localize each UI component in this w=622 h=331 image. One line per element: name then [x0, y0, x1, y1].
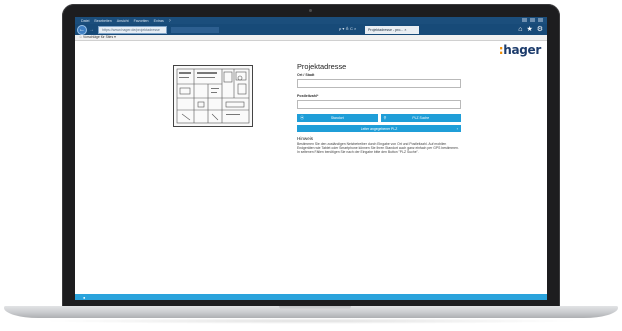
location-button-label: Standort [330, 116, 344, 120]
url-suggestion [171, 26, 219, 33]
button-row: ⦿ Standort ⚲ PLZ Suche [297, 114, 461, 122]
city-input[interactable] [297, 79, 461, 88]
menu-item-edit[interactable]: Bearbeiten [94, 19, 111, 23]
page-footer: ● [75, 294, 547, 300]
address-tools[interactable]: ρ ▾ ≙ C × [339, 26, 356, 31]
postcode-label: Postleitzahl* [297, 94, 319, 98]
footer-icon[interactable]: ● [83, 295, 85, 300]
browser-icons: ⌂ ★ ⚙ [518, 25, 543, 34]
home-icon[interactable]: ⌂ [518, 25, 522, 34]
forward-icon[interactable]: → [89, 27, 94, 33]
url-input[interactable]: https://www.hager.de/projektadresse [98, 25, 167, 34]
tab-close-icon[interactable]: × [404, 28, 406, 32]
city-label: Ort / Stadt [297, 73, 315, 77]
location-button[interactable]: ⦿ Standort [297, 114, 378, 122]
laptop-notch [279, 306, 351, 310]
back-icon[interactable]: ← [77, 24, 87, 35]
postcode-input[interactable] [297, 100, 461, 109]
window-controls [522, 18, 543, 22]
form-gap [297, 88, 461, 92]
menu-item-view[interactable]: Ansicht [117, 19, 129, 23]
favorites-bar[interactable]: ☆ Vorschläge für Sites ▾ [75, 35, 547, 41]
menu-item-extras[interactable]: Extras [154, 19, 164, 23]
plz-search-button[interactable]: ⚲ PLZ Suche [380, 114, 461, 122]
menu-item-help[interactable]: ? [169, 19, 171, 23]
minimize-icon[interactable] [522, 18, 527, 22]
project-address-form: Projektadresse Ort / Stadt Postleitzahl*… [297, 62, 461, 155]
address-bar: ← → https://www.hager.de/projektadresse … [75, 24, 547, 35]
laptop-shadow [40, 318, 582, 324]
logo-text: hager [503, 43, 541, 57]
laptop-base [4, 306, 618, 318]
hint-text: Bestimmen Sie den zuständigen Netzbetrei… [297, 142, 459, 155]
tab-title: Projektadresse - pro... [368, 28, 404, 32]
menu-item-file[interactable]: Datei [81, 19, 89, 23]
floor-plan-image [173, 65, 253, 127]
tab-projektadresse[interactable]: Projektadresse - pro... × [365, 26, 419, 34]
maximize-icon[interactable] [530, 18, 535, 22]
hager-logo[interactable]: :hager [499, 43, 542, 57]
location-pin-icon: ⦿ [300, 115, 305, 120]
page-title: Projektadresse [297, 62, 347, 71]
hint-title: Hinweis [297, 136, 314, 141]
submit-plz-button-label: Leiter angegebener PLZ [360, 126, 398, 131]
plz-search-button-label: PLZ Suche [412, 116, 430, 120]
search-icon: ⚲ [383, 115, 387, 120]
close-icon[interactable] [538, 18, 543, 22]
favorites-star-icon[interactable]: ★ [526, 25, 532, 34]
settings-gear-icon[interactable]: ⚙ [537, 25, 543, 34]
menu-bar: Datei Bearbeiten Ansicht Favoriten Extra… [75, 17, 547, 24]
menu-item-favorites[interactable]: Favoriten [134, 19, 149, 23]
floor-plan-drawing [176, 68, 250, 124]
screen: Datei Bearbeiten Ansicht Favoriten Extra… [75, 17, 547, 300]
camera-dot [309, 9, 312, 12]
chevron-right-icon: › [456, 126, 458, 131]
submit-plz-button[interactable]: Leiter angegebener PLZ › [297, 125, 461, 132]
